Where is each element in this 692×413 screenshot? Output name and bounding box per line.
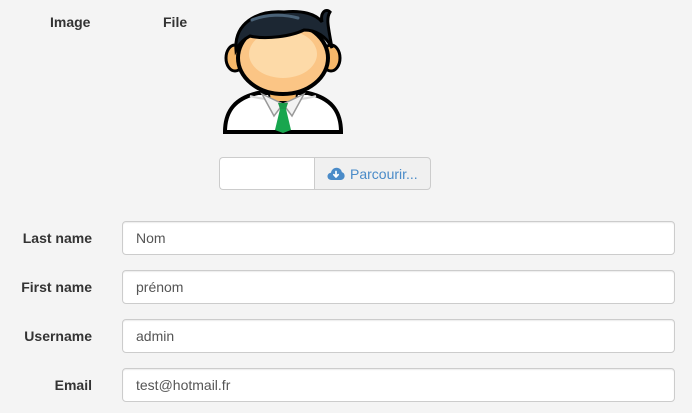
selected-file-field[interactable]	[219, 157, 314, 190]
email-row: Email	[0, 368, 692, 402]
last-name-label: Last name	[22, 230, 92, 246]
first-name-row: First name	[0, 270, 692, 304]
user-avatar-icon	[222, 6, 344, 134]
cloud-download-icon	[327, 167, 345, 181]
first-name-input[interactable]	[122, 270, 675, 304]
username-label: Username	[24, 328, 92, 344]
last-name-row: Last name	[0, 221, 692, 255]
first-name-label: First name	[21, 279, 92, 295]
username-input[interactable]	[122, 319, 675, 353]
browse-button[interactable]: Parcourir...	[314, 157, 431, 190]
file-column-header: File	[163, 14, 188, 30]
email-label: Email	[54, 377, 92, 393]
username-row: Username	[0, 319, 692, 353]
file-upload-group: Parcourir...	[219, 157, 431, 190]
browse-label: Parcourir...	[350, 165, 418, 182]
image-column-header: Image	[50, 14, 91, 30]
last-name-input[interactable]	[122, 221, 675, 255]
email-input[interactable]	[122, 368, 675, 402]
